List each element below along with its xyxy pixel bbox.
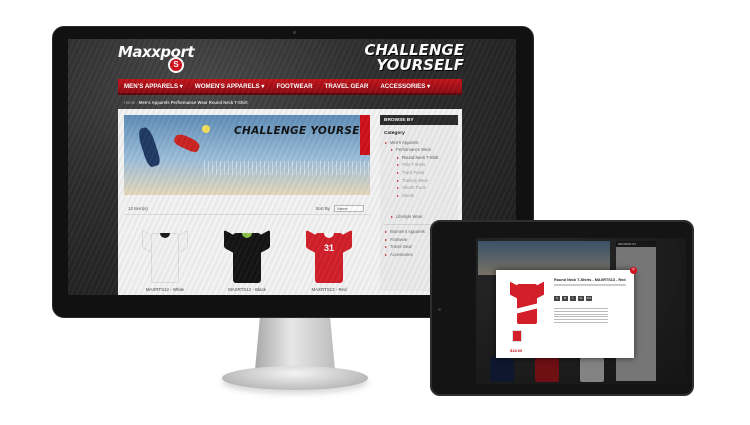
product-card[interactable]: MAXRTS12 - White	[132, 217, 198, 295]
results-toolbar: 13 Item(s) Sort By Name	[124, 203, 370, 215]
site-header: Maxxport S CHALLENGE YOURSELF	[68, 39, 516, 79]
breadcrumb-current: Men's Apparels Performance Wear Round Ne…	[138, 100, 248, 105]
results-count: 13 Item(s)	[128, 206, 148, 211]
product-name[interactable]: MAXRTS12 - Black	[214, 287, 280, 292]
breadcrumb: Home › Men's Apparels Performance Wear R…	[124, 100, 248, 105]
nav-item-mens-apparels[interactable]: MEN'S APPARELS ▾	[118, 83, 189, 90]
modal-product-title: Round Neck T-Shirts - MAXRTS13 - Red	[554, 278, 626, 282]
size-option[interactable]: XXL	[586, 296, 592, 301]
jersey-number: 31	[324, 243, 335, 253]
banner-player-figure	[172, 132, 202, 154]
banner-net	[204, 161, 370, 175]
tshirt-image	[510, 280, 544, 324]
ipad-screen: BROWSE BY × Round Neck T-Shirts - MAXRTS…	[476, 238, 686, 384]
tshirt-image[interactable]	[224, 227, 270, 283]
size-option[interactable]: S	[554, 296, 560, 301]
sidebar-item-training-wear[interactable]: Training Wear	[380, 177, 458, 185]
sidebar-header: BROWSE BY	[380, 115, 458, 125]
device-mockup: Maxxport S CHALLENGE YOURSELF MEN'S APPA…	[0, 0, 750, 425]
main-nav: MEN'S APPARELS ▾ WOMEN'S APPARELS ▾ FOOT…	[118, 79, 462, 95]
quick-view-modal: × Round Neck T-Shirts - MAXRTS13 - Red S…	[496, 267, 637, 358]
size-option[interactable]: M	[562, 296, 568, 301]
logo-badge-icon: S	[168, 57, 184, 73]
size-options: S M L XL XXL	[554, 296, 592, 301]
close-icon[interactable]: ×	[630, 267, 637, 274]
header-slogan: CHALLENGE YOURSELF	[364, 43, 464, 73]
sort-control: Sort By Name	[316, 205, 364, 212]
slogan-line-2: YOURSELF	[376, 56, 464, 74]
sort-label: Sort By	[315, 206, 330, 211]
nav-item-accessories[interactable]: ACCESSORIES ▾	[374, 83, 436, 90]
product-name[interactable]: MAXRTS13 - Red	[296, 287, 362, 292]
sidebar-item-performance-wear[interactable]: Performance Wear	[380, 147, 458, 155]
ball-icon	[202, 125, 210, 133]
imac-stand-base	[222, 366, 368, 390]
banner-player-figure	[136, 125, 162, 169]
size-option[interactable]: XL	[578, 296, 584, 301]
site-logo[interactable]: Maxxport S	[118, 43, 200, 75]
product-thumbnail[interactable]	[512, 330, 522, 342]
tshirt-image[interactable]	[142, 227, 188, 283]
logo-text: Maxxport	[118, 43, 195, 61]
banner-side-tab[interactable]	[360, 115, 370, 155]
main-content: CHALLENGE YOURSELF 13 Item(s) Sort By Na…	[118, 109, 462, 295]
product-name[interactable]: MAXRTS12 - White	[132, 287, 198, 292]
sidebar-item-shorts[interactable]: Shorts	[380, 192, 458, 200]
sidebar-item-round-neck[interactable]: Round Neck T-Shirt	[380, 154, 458, 162]
imac-stand	[255, 318, 335, 370]
camera-dot	[438, 308, 441, 311]
size-option[interactable]: L	[570, 296, 576, 301]
breadcrumb-home[interactable]: Home	[124, 100, 135, 105]
ipad-bezel: BROWSE BY × Round Neck T-Shirts - MAXRTS…	[430, 220, 694, 396]
tshirt-image[interactable]: 31	[306, 227, 352, 283]
sidebar-item-mens-apparels[interactable]: Men's Apparels	[380, 139, 458, 147]
modal-price: $18.00	[510, 348, 523, 353]
banner-title: CHALLENGE YOURSELF	[234, 125, 370, 137]
sidebar-item-track-pants[interactable]: Track Pants	[380, 169, 458, 177]
camera-dot	[293, 31, 296, 34]
sidebar-item-shorts-trunk[interactable]: Shorts Trunk	[380, 185, 458, 193]
sidebar-category-title: Category	[384, 131, 405, 136]
nav-item-travel-gear[interactable]: TRAVEL GEAR	[319, 83, 375, 90]
nav-item-womens-apparels[interactable]: WOMEN'S APPARELS ▾	[189, 83, 271, 90]
product-card[interactable]: 31 MAXRTS13 - Red	[296, 217, 362, 295]
modal-subtitle-line	[554, 284, 626, 286]
sort-select[interactable]: Name	[334, 205, 364, 212]
product-grid: MAXRTS12 - White MAXRTS12 - Black 31 MAX…	[124, 217, 370, 295]
product-card[interactable]: MAXRTS12 - Black	[214, 217, 280, 295]
promo-banner[interactable]: CHALLENGE YOURSELF	[124, 115, 370, 195]
nav-item-footwear[interactable]: FOOTWEAR	[270, 83, 318, 90]
sidebar-item-polo[interactable]: Polo T-shirts	[380, 162, 458, 170]
modal-description	[554, 308, 608, 325]
